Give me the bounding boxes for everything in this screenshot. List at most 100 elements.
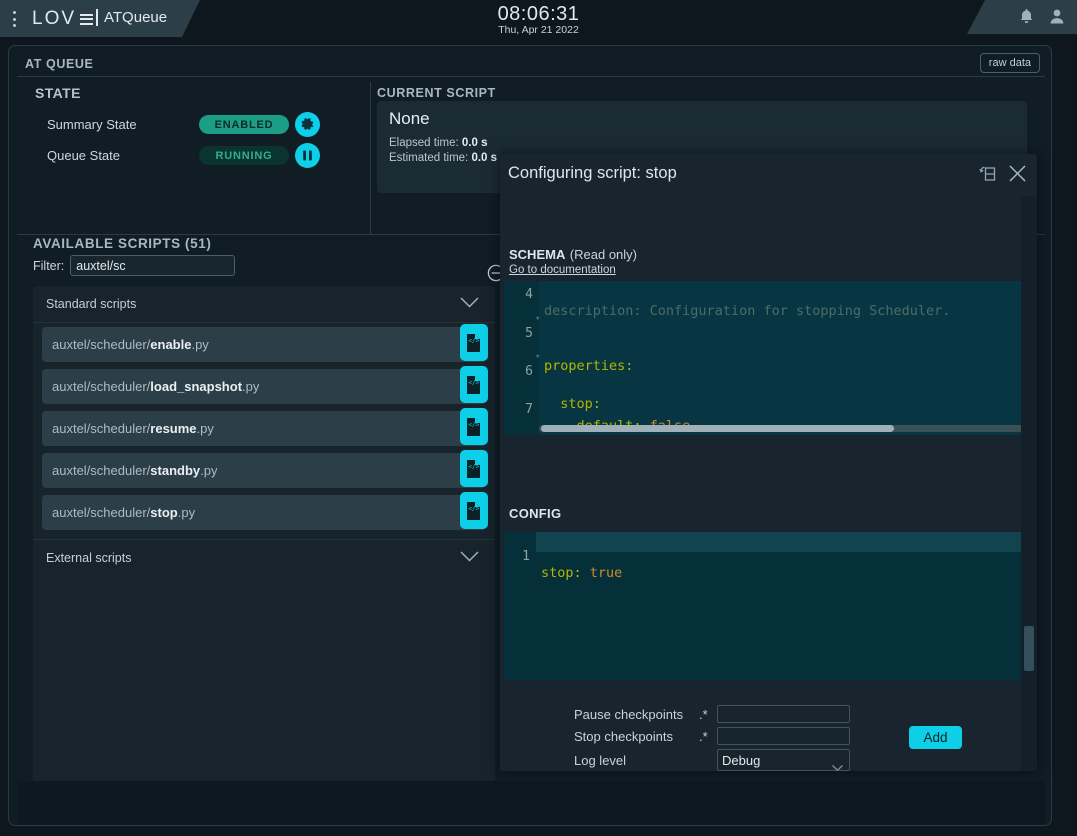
pause-icon <box>301 149 314 162</box>
hamburger-logo-icon <box>80 14 93 25</box>
chevron-down-icon <box>460 297 479 311</box>
fold-arrow-icon[interactable]: ▾ <box>535 352 540 362</box>
brand-separator <box>96 9 98 26</box>
code-line: 5 ▾ properties: <box>504 310 1037 329</box>
modal-scrollbar-thumb[interactable] <box>1024 626 1034 671</box>
code-line: 6 ▾ stop: <box>504 348 1037 367</box>
config-title: CONFIG <box>509 506 561 521</box>
queue-state-label: Queue State <box>47 148 120 163</box>
user-icon[interactable] <box>1049 8 1065 25</box>
undock-panel-icon[interactable] <box>979 164 998 183</box>
script-name: auxtel/scheduler/load_snapshot.py <box>42 379 259 394</box>
stop-checkpoints-suffix: .* <box>699 729 717 744</box>
schema-code-editor[interactable]: 4 description: Configuration for stoppin… <box>504 281 1037 435</box>
modal-scrollbar-track[interactable] <box>1021 196 1037 771</box>
current-script-name: None <box>389 109 430 129</box>
script-name: auxtel/scheduler/resume.py <box>42 421 214 436</box>
code-line: 1 stop: true <box>504 533 1037 552</box>
scripts-panel: Standard scripts auxtel/scheduler/enable… <box>33 286 495 820</box>
group-header-external-scripts[interactable]: External scripts <box>33 539 495 576</box>
top-bar: LOV ATQueue 08:06:31 Thu, Apr 21 2022 <box>0 0 1077 37</box>
list-item[interactable]: auxtel/scheduler/standby.py </> <box>42 453 486 488</box>
bell-icon[interactable] <box>1019 8 1034 25</box>
fold-arrow-icon[interactable]: ▾ <box>535 314 540 324</box>
add-button[interactable]: Add <box>909 726 962 749</box>
estimated-label: Estimated time: <box>389 152 468 164</box>
log-level-select[interactable]: Debug <box>717 749 850 771</box>
modal-title: Configuring script: stop <box>508 164 677 183</box>
code-line: 4 description: Configuration for stoppin… <box>504 281 1037 290</box>
pause-checkpoints-label: Pause checkpoints <box>574 707 699 722</box>
line-key: stop: <box>541 565 582 581</box>
code-line: 7 default: false <box>504 386 1037 405</box>
love-logo: LOV <box>32 8 95 30</box>
schema-horizontal-scrollbar-thumb[interactable] <box>541 425 894 432</box>
documentation-link[interactable]: Go to documentation <box>509 264 616 276</box>
filter-label: Filter: <box>33 259 64 273</box>
available-scripts-title: AVAILABLE SCRIPTS (51) <box>33 236 211 251</box>
script-run-icon[interactable]: </> <box>460 324 488 361</box>
current-script-elapsed: Elapsed time: 0.0 s <box>389 137 487 149</box>
top-bar-icons <box>1019 8 1065 25</box>
config-code-editor[interactable]: 1 stop: true <box>504 532 1037 680</box>
line-number: 1 <box>504 549 530 564</box>
header-divider <box>17 76 1045 77</box>
configure-script-modal: Configuring script: stop SCHEMA (Rea <box>500 154 1037 771</box>
modal-form: Pause checkpoints .* Stop checkpoints .*… <box>500 696 1037 771</box>
list-item[interactable]: auxtel/scheduler/resume.py </> <box>42 411 486 446</box>
group-label-standard: Standard scripts <box>46 297 136 311</box>
script-run-icon[interactable]: </> <box>460 492 488 529</box>
schema-readonly-note: (Read only) <box>570 247 637 262</box>
card-bottom-bar <box>17 781 1045 825</box>
schema-header: SCHEMA (Read only) <box>509 246 637 264</box>
panel-divider <box>370 82 371 234</box>
summary-state-gear-button[interactable] <box>295 112 320 137</box>
state-title: STATE <box>35 85 81 101</box>
stop-checkpoints-row: Stop checkpoints .* <box>574 727 850 745</box>
log-level-label: Log level <box>574 753 717 768</box>
group-header-standard-scripts[interactable]: Standard scripts <box>33 286 495 323</box>
estimated-value: 0.0 s <box>471 152 497 164</box>
line-number: 7 <box>504 402 533 417</box>
summary-state-value: ENABLED <box>199 115 289 134</box>
list-item[interactable]: auxtel/scheduler/load_snapshot.py </> <box>42 369 486 404</box>
raw-data-button[interactable]: raw data <box>980 53 1040 73</box>
log-level-select-wrapper: Debug <box>717 749 850 771</box>
modal-header: Configuring script: stop <box>500 154 1037 196</box>
svg-text:</>: </> <box>468 337 479 344</box>
stop-checkpoints-input[interactable] <box>717 727 850 745</box>
svg-text:</>: </> <box>468 379 479 386</box>
schema-title: SCHEMA <box>509 247 565 262</box>
pause-checkpoints-input[interactable] <box>717 705 850 723</box>
stop-checkpoints-label: Stop checkpoints <box>574 729 699 744</box>
kebab-menu-icon[interactable] <box>13 11 17 27</box>
current-script-title: CURRENT SCRIPT <box>377 86 496 100</box>
list-item[interactable]: auxtel/scheduler/enable.py </> <box>42 327 486 362</box>
current-script-estimated: Estimated time: 0.0 s <box>389 152 497 164</box>
summary-state-label: Summary State <box>47 117 137 132</box>
svg-text:</>: </> <box>468 463 479 470</box>
state-panel: STATE Summary State ENABLED Queue State … <box>27 81 364 196</box>
list-item[interactable]: auxtel/scheduler/stop.py </> <box>42 495 486 530</box>
queue-state-pause-button[interactable] <box>295 143 320 168</box>
pause-checkpoints-suffix: .* <box>699 707 717 722</box>
script-run-icon[interactable]: </> <box>460 366 488 403</box>
svg-text:</>: </> <box>468 505 479 512</box>
svg-text:</>: </> <box>468 421 479 428</box>
at-queue-title: AT QUEUE <box>25 57 93 71</box>
line-value: true <box>582 565 623 581</box>
elapsed-label: Elapsed time: <box>389 137 459 149</box>
group-label-external: External scripts <box>46 551 131 565</box>
script-run-icon[interactable]: </> <box>460 408 488 445</box>
script-run-icon[interactable]: </> <box>460 450 488 487</box>
gear-icon <box>300 117 315 132</box>
script-name: auxtel/scheduler/stop.py <box>42 505 195 520</box>
log-level-row: Log level Debug <box>574 749 850 771</box>
elapsed-value: 0.0 s <box>462 137 488 149</box>
app-title: ATQueue <box>104 9 167 26</box>
modal-actions <box>979 164 1027 183</box>
close-icon[interactable] <box>1008 164 1027 183</box>
filter-input[interactable] <box>70 255 235 276</box>
queue-state-value: RUNNING <box>199 146 289 165</box>
brand-text: LOV <box>32 8 76 30</box>
